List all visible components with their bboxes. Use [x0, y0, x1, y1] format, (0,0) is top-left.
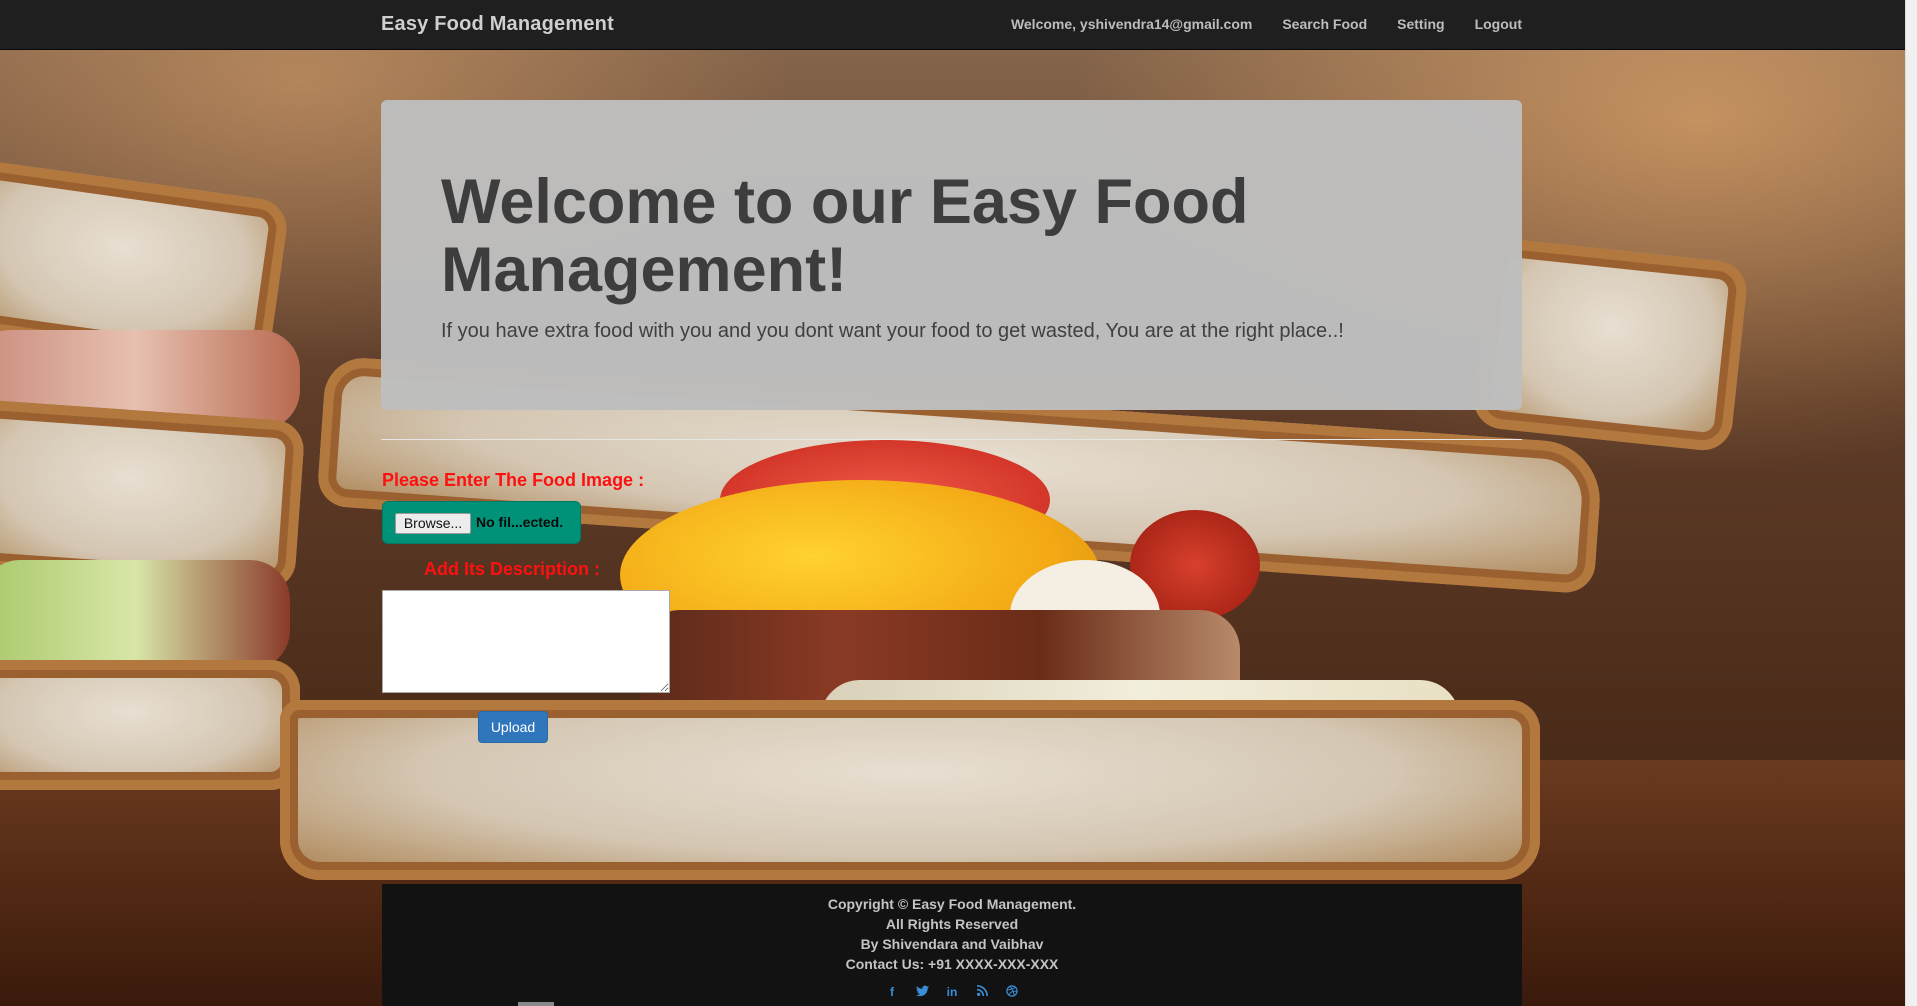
vertical-scrollbar[interactable] — [1905, 0, 1917, 1006]
footer-authors: By Shivendara and Vaibhav — [860, 936, 1044, 952]
dribbble-icon[interactable] — [1005, 985, 1019, 999]
divider — [381, 439, 1522, 440]
bread-slice-bottom — [280, 700, 1540, 880]
page-subtitle: If you have extra food with you and you … — [441, 320, 1344, 342]
page-title: Welcome to our Easy Food Management! — [441, 167, 1249, 305]
footer: Copyright © Easy Food Management. All Ri… — [382, 884, 1522, 1006]
food-image-file-input[interactable]: Browse... No fil...ected. — [382, 501, 581, 544]
file-status-text: No fil...ected. — [476, 514, 564, 530]
description-textarea[interactable] — [382, 590, 670, 693]
twitter-icon-glyph — [915, 985, 929, 997]
horizontal-scroll-thumb[interactable] — [518, 1002, 554, 1006]
dribbble-icon-glyph — [1006, 985, 1018, 997]
footer-contact: Contact Us: +91 XXXX-XXX-XXX — [845, 956, 1059, 972]
nav-logout[interactable]: Logout — [1475, 16, 1522, 32]
filling — [0, 560, 290, 670]
bread-slice — [0, 660, 300, 790]
navbar: Easy Food Management Welcome, yshivendra… — [0, 0, 1905, 50]
rss-icon[interactable] — [975, 985, 989, 999]
browse-button[interactable]: Browse... — [395, 513, 471, 534]
food-image-label: Please Enter The Food Image : — [382, 470, 645, 490]
footer-copyright: Copyright © Easy Food Management. — [827, 896, 1077, 912]
linkedin-icon[interactable]: in — [945, 985, 959, 999]
description-label: Add Its Description : — [424, 559, 601, 579]
nav-welcome[interactable]: Welcome, yshivendra14@gmail.com — [1011, 16, 1252, 32]
brand-link[interactable]: Easy Food Management — [381, 13, 614, 36]
jumbotron: Welcome to our Easy Food Management! If … — [381, 100, 1522, 410]
rss-icon-glyph — [976, 985, 988, 996]
facebook-icon[interactable]: f — [885, 985, 899, 999]
footer-rights: All Rights Reserved — [885, 916, 1019, 932]
nav-setting[interactable]: Setting — [1397, 16, 1444, 32]
nav-search-food[interactable]: Search Food — [1282, 16, 1367, 32]
twitter-icon[interactable] — [915, 985, 929, 999]
nav-links: Welcome, yshivendra14@gmail.com Search F… — [1011, 16, 1522, 32]
social-links: f in — [382, 985, 1522, 999]
upload-button[interactable]: Upload — [478, 711, 548, 743]
